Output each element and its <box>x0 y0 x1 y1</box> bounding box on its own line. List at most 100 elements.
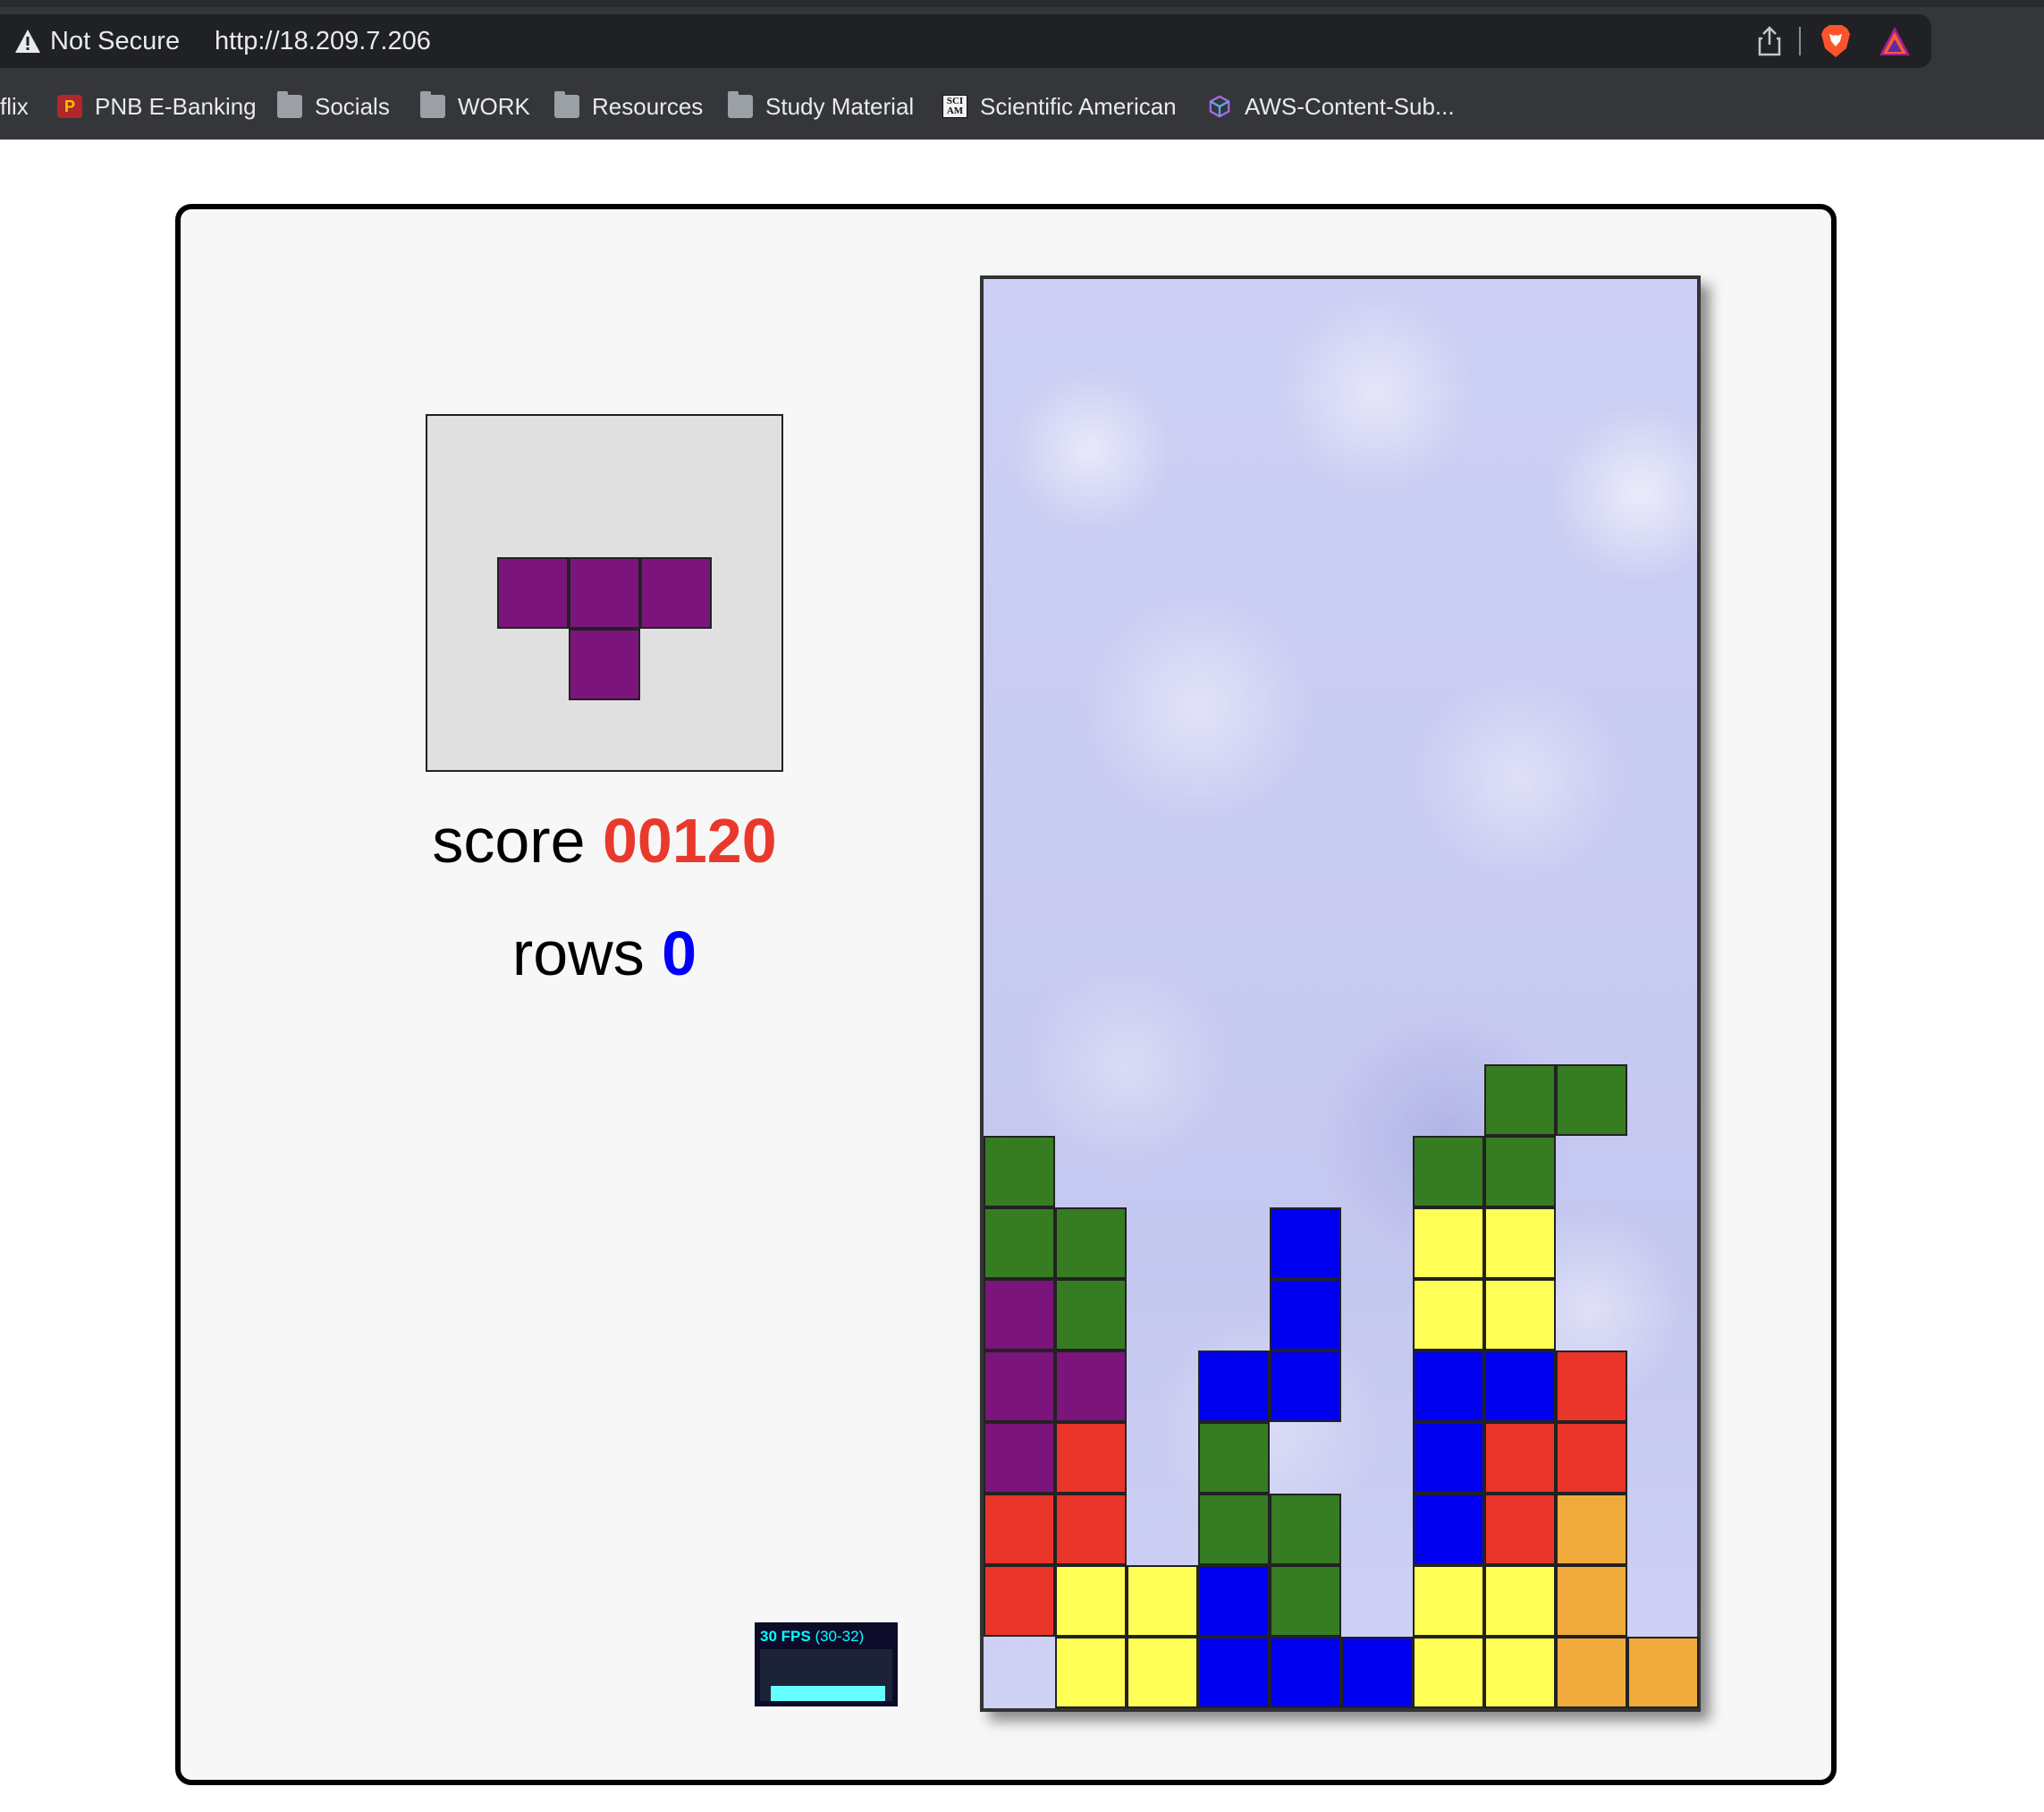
board-block-green <box>1270 1565 1341 1637</box>
next-piece-preview <box>426 414 783 772</box>
board-block-yellow <box>1055 1565 1127 1637</box>
brave-rewards-icon[interactable] <box>1878 25 1912 57</box>
bookmark-netflix[interactable]: flix <box>0 84 29 129</box>
next-piece-block <box>569 557 640 629</box>
browser-chrome: Not Secure http://18.209.7.206 flix P PN… <box>0 0 2044 140</box>
board-block-red <box>1556 1422 1627 1494</box>
next-piece-block <box>640 557 712 629</box>
board-block-yellow <box>1484 1565 1556 1637</box>
folder-icon <box>554 91 579 118</box>
warning-icon[interactable] <box>14 29 41 54</box>
fps-bar <box>771 1686 885 1701</box>
board-block-purple <box>984 1422 1055 1494</box>
board-block-red <box>984 1494 1055 1565</box>
bookmarks-bar: flix P PNB E-Banking Socials WORK Resour… <box>0 84 2044 129</box>
board-block-blue <box>1413 1422 1484 1494</box>
sciam-icon: SCI AM <box>942 95 967 118</box>
board-block-blue <box>1270 1351 1341 1422</box>
board-block-blue <box>1270 1207 1341 1279</box>
board-block-blue <box>1413 1351 1484 1422</box>
board-block-green <box>1198 1422 1270 1494</box>
board-block-purple <box>984 1351 1055 1422</box>
board-block-green <box>1484 1064 1556 1136</box>
board-block-green <box>984 1207 1055 1279</box>
board-block-red <box>984 1565 1055 1637</box>
board-block-yellow <box>1484 1207 1556 1279</box>
board-block-yellow <box>1484 1637 1556 1708</box>
board-block-yellow <box>1413 1637 1484 1708</box>
board-block-purple <box>984 1279 1055 1351</box>
board-block-yellow <box>1484 1279 1556 1351</box>
bookmark-pnb-e-banking[interactable]: P PNB E-Banking <box>57 84 257 129</box>
board-block-green <box>1413 1136 1484 1207</box>
bookmark-study-material[interactable]: Study Material <box>728 84 914 129</box>
board-block-yellow <box>1413 1279 1484 1351</box>
url-text[interactable]: http://18.209.7.206 <box>215 27 431 56</box>
fps-range: (30-32) <box>815 1628 865 1645</box>
game-board[interactable] <box>980 275 1701 1712</box>
address-bar[interactable]: Not Secure http://18.209.7.206 <box>0 14 1931 68</box>
score-value: 00120 <box>602 806 777 876</box>
fps-readout: 30 FPS (30-32) <box>760 1628 864 1646</box>
board-block-yellow <box>1055 1637 1127 1708</box>
bookmark-label: PNB E-Banking <box>95 92 257 120</box>
board-block-red <box>1055 1422 1127 1494</box>
share-icon[interactable] <box>1754 25 1785 57</box>
bookmark-resources[interactable]: Resources <box>554 84 703 129</box>
bookmark-label: flix <box>0 92 29 120</box>
security-status-label[interactable]: Not Secure <box>50 27 180 56</box>
aws-cube-icon <box>1209 95 1230 118</box>
bookmark-work[interactable]: WORK <box>420 84 530 129</box>
board-block-green <box>1270 1494 1341 1565</box>
board-block-red <box>1055 1494 1127 1565</box>
board-block-orange <box>1556 1494 1627 1565</box>
board-block-red <box>1484 1494 1556 1565</box>
folder-icon <box>277 91 302 118</box>
bookmark-label: Resources <box>592 92 704 120</box>
board-block-orange <box>1556 1565 1627 1637</box>
board-block-green <box>1055 1279 1127 1351</box>
bookmark-label: Scientific American <box>980 92 1177 120</box>
rows-value: 0 <box>662 919 697 988</box>
board-block-blue <box>1270 1279 1341 1351</box>
folder-icon <box>420 91 445 118</box>
bookmark-label: WORK <box>458 92 530 120</box>
bookmark-socials[interactable]: Socials <box>277 84 390 129</box>
board-block-purple <box>1055 1351 1127 1422</box>
board-block-green <box>1055 1207 1127 1279</box>
folder-icon <box>728 91 753 118</box>
bookmark-aws-content[interactable]: AWS-Content-Sub... <box>1207 84 1455 129</box>
bookmark-label: Socials <box>315 92 390 120</box>
brave-shield-icon[interactable] <box>1819 23 1853 59</box>
next-piece-block <box>497 557 569 629</box>
board-block-green <box>1484 1136 1556 1207</box>
board-block-blue <box>1198 1637 1270 1708</box>
board-block-yellow <box>1127 1637 1198 1708</box>
fps-value: 30 FPS <box>760 1628 811 1645</box>
bookmark-scientific-american[interactable]: SCI AM Scientific American <box>942 84 1177 129</box>
board-block-red <box>1556 1351 1627 1422</box>
board-block-blue <box>1198 1351 1270 1422</box>
board-block-green <box>1198 1494 1270 1565</box>
board-block-blue <box>1341 1637 1413 1708</box>
address-bar-separator <box>1799 27 1801 55</box>
window-top-edge <box>0 0 2044 7</box>
next-piece-block <box>569 629 640 700</box>
board-block-blue <box>1198 1565 1270 1637</box>
board-block-orange <box>1627 1637 1699 1708</box>
board-block-yellow <box>1413 1207 1484 1279</box>
board-block-yellow <box>1127 1565 1198 1637</box>
board-block-yellow <box>1413 1565 1484 1637</box>
board-block-blue <box>1413 1494 1484 1565</box>
board-block-blue <box>1270 1637 1341 1708</box>
bookmark-label: AWS-Content-Sub... <box>1245 92 1455 120</box>
board-block-blue <box>1484 1351 1556 1422</box>
board-block-green <box>1556 1064 1627 1136</box>
fps-meter: 30 FPS (30-32) <box>755 1622 898 1706</box>
board-block-green <box>984 1136 1055 1207</box>
board-block-orange <box>1556 1637 1627 1708</box>
rows-label: rows <box>511 919 645 988</box>
board-block-red <box>1484 1422 1556 1494</box>
score-label: score <box>432 806 586 876</box>
pnb-icon: P <box>57 95 82 118</box>
